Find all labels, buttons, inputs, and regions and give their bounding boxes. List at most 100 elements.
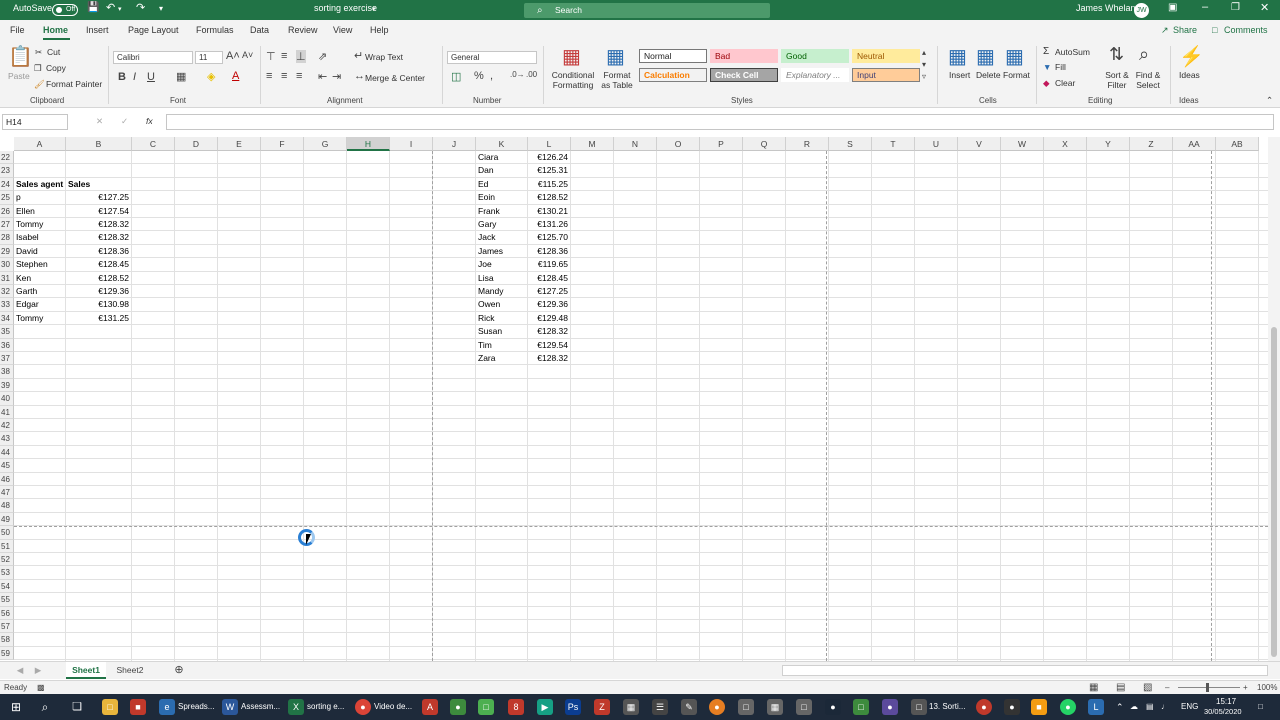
sales-cell[interactable]: €128.45 bbox=[68, 258, 131, 271]
row-header-40[interactable]: 40 bbox=[0, 392, 14, 406]
zoom-out-icon[interactable]: – bbox=[1165, 681, 1169, 694]
row-header-25[interactable]: 25 bbox=[0, 191, 14, 205]
tab-file[interactable]: File bbox=[10, 25, 25, 35]
amount-cell[interactable]: €125.70 bbox=[530, 231, 570, 244]
share-button[interactable]: Share bbox=[1173, 25, 1197, 35]
minimize-icon[interactable]: – bbox=[1202, 1, 1208, 13]
autosum-button[interactable]: AutoSum bbox=[1055, 47, 1090, 57]
column-header-z[interactable]: Z bbox=[1130, 137, 1173, 151]
column-header-s[interactable]: S bbox=[829, 137, 872, 151]
word-icon[interactable]: W bbox=[222, 699, 238, 715]
merge-center-button[interactable]: Merge & Center bbox=[365, 73, 425, 83]
zoom-level[interactable]: 100% bbox=[1257, 681, 1277, 694]
ideas-icon[interactable]: ⚡ bbox=[1179, 44, 1204, 69]
name-cell[interactable]: Ed bbox=[478, 178, 527, 191]
onedrive-icon[interactable]: ☁ bbox=[1130, 702, 1138, 711]
zoom-slider[interactable] bbox=[1178, 687, 1240, 688]
ideas-button[interactable]: Ideas bbox=[1179, 70, 1200, 80]
row-header-23[interactable]: 23 bbox=[0, 164, 14, 178]
amount-cell[interactable]: €129.54 bbox=[530, 339, 570, 352]
amount-cell[interactable]: €126.24 bbox=[530, 151, 570, 164]
styles-scroll-down-icon[interactable]: ▾ bbox=[922, 60, 926, 69]
italic-button[interactable]: I bbox=[133, 71, 136, 83]
enter-icon[interactable]: ✓ bbox=[121, 116, 128, 127]
name-cell[interactable]: Gary bbox=[478, 218, 527, 231]
align-right-icon[interactable]: ≡ bbox=[296, 70, 302, 82]
row-header-39[interactable]: 39 bbox=[0, 378, 14, 393]
amount-cell[interactable]: €130.21 bbox=[530, 205, 570, 218]
name-cell[interactable]: Rick bbox=[478, 312, 527, 325]
sheet-tab-sheet2[interactable]: Sheet2 bbox=[110, 662, 150, 679]
increase-font-icon[interactable]: A˄ bbox=[226, 50, 240, 62]
name-cell[interactable]: Ciara bbox=[478, 151, 527, 164]
clock-date[interactable]: 30/05/2020 bbox=[1204, 707, 1242, 716]
app-icon[interactable]: ● bbox=[976, 699, 992, 715]
clock-time[interactable]: 15:17 bbox=[1216, 697, 1236, 706]
row-header-48[interactable]: 48 bbox=[0, 499, 14, 513]
taskbar-item-assessment[interactable]: Assessm... bbox=[241, 702, 280, 711]
header-sales[interactable]: Sales bbox=[68, 178, 131, 191]
tab-page-layout[interactable]: Page Layout bbox=[128, 25, 179, 35]
app-icon[interactable]: ● bbox=[450, 699, 466, 715]
spreadsheet-grid[interactable]: A B C D E F G H I J K L M N O P Q R S T U V W X Y Z AA AB 22 23 24 25 2… bbox=[0, 137, 1268, 661]
app-icon[interactable]: 8 bbox=[508, 699, 524, 715]
format-as-table-icon[interactable]: ▦ bbox=[606, 44, 625, 69]
sales-cell[interactable]: €127.25 bbox=[68, 191, 131, 204]
name-cell[interactable]: Mandy bbox=[478, 285, 527, 298]
style-good[interactable]: Good bbox=[781, 49, 849, 63]
prev-sheet-icon[interactable]: ◀ bbox=[14, 662, 26, 679]
column-header-a[interactable]: A bbox=[14, 137, 66, 151]
macro-record-icon[interactable]: ▩ bbox=[37, 681, 45, 694]
sales-agent-cell[interactable]: p bbox=[16, 191, 65, 204]
notifications-icon[interactable]: □ bbox=[1258, 702, 1263, 711]
amount-cell[interactable]: €125.31 bbox=[530, 164, 570, 177]
style-normal[interactable]: Normal bbox=[639, 49, 707, 63]
row-header-47[interactable]: 47 bbox=[0, 486, 14, 500]
row-header-46[interactable]: 46 bbox=[0, 472, 14, 486]
row-header-24[interactable]: 24 bbox=[0, 177, 14, 192]
next-sheet-icon[interactable]: ▶ bbox=[32, 662, 44, 679]
font-color-icon[interactable]: A bbox=[232, 70, 239, 82]
name-cell[interactable]: James bbox=[478, 245, 527, 258]
column-header-q[interactable]: Q bbox=[743, 137, 786, 151]
network-icon[interactable]: ▤ bbox=[1146, 702, 1154, 711]
column-header-w[interactable]: W bbox=[1001, 137, 1044, 151]
collapse-ribbon-icon[interactable]: ⌃ bbox=[1266, 95, 1273, 106]
volume-icon[interactable]: ♩ bbox=[1161, 702, 1169, 711]
delete-cells-button[interactable]: Delete bbox=[976, 70, 1001, 80]
insert-cells-icon[interactable]: ▦ bbox=[948, 44, 967, 69]
vertical-scroll-thumb[interactable] bbox=[1271, 327, 1277, 657]
row-header-27[interactable]: 27 bbox=[0, 218, 14, 232]
align-left-icon[interactable]: ≡ bbox=[266, 70, 272, 82]
sales-cell[interactable]: €128.36 bbox=[68, 245, 131, 258]
sales-agent-cell[interactable]: Stephen bbox=[16, 258, 65, 271]
format-as-table-button[interactable]: Format as Table bbox=[598, 70, 636, 90]
sales-agent-cell[interactable]: Isabel bbox=[16, 231, 65, 244]
clear-button[interactable]: Clear bbox=[1055, 78, 1075, 88]
ribbon-display-icon[interactable]: ▣ bbox=[1168, 2, 1177, 13]
sales-cell[interactable]: €130.98 bbox=[68, 298, 131, 311]
save-icon[interactable]: 💾 bbox=[87, 2, 99, 13]
font-size-select[interactable]: 11 bbox=[195, 51, 223, 64]
fill-button[interactable]: Fill bbox=[1055, 62, 1066, 72]
row-header-32[interactable]: 32 bbox=[0, 285, 14, 299]
find-select-icon[interactable]: ⌕ bbox=[1139, 44, 1149, 65]
delete-cells-icon[interactable]: ▦ bbox=[976, 44, 995, 69]
steam-icon[interactable]: ● bbox=[825, 699, 841, 715]
merge-center-icon[interactable]: ↔ bbox=[354, 70, 365, 82]
style-bad[interactable]: Bad bbox=[710, 49, 778, 63]
app-icon[interactable]: ■ bbox=[1031, 699, 1047, 715]
sales-cell[interactable]: €127.54 bbox=[68, 205, 131, 218]
title-dropdown-icon[interactable]: ▾ bbox=[372, 5, 376, 13]
decrease-indent-icon[interactable]: ⇤ bbox=[318, 70, 327, 83]
column-header-c[interactable]: C bbox=[132, 137, 175, 151]
tab-help[interactable]: Help bbox=[370, 25, 389, 35]
row-header-55[interactable]: 55 bbox=[0, 593, 14, 607]
row-header-31[interactable]: 31 bbox=[0, 271, 14, 285]
avatar[interactable]: JW bbox=[1134, 3, 1149, 18]
column-header-b[interactable]: B bbox=[66, 137, 132, 151]
cut-icon[interactable]: ✂ bbox=[35, 47, 42, 58]
photoshop-icon[interactable]: Ps bbox=[565, 699, 581, 715]
undo-icon[interactable]: ↶ bbox=[106, 1, 115, 14]
row-header-50[interactable]: 50 bbox=[0, 526, 14, 540]
